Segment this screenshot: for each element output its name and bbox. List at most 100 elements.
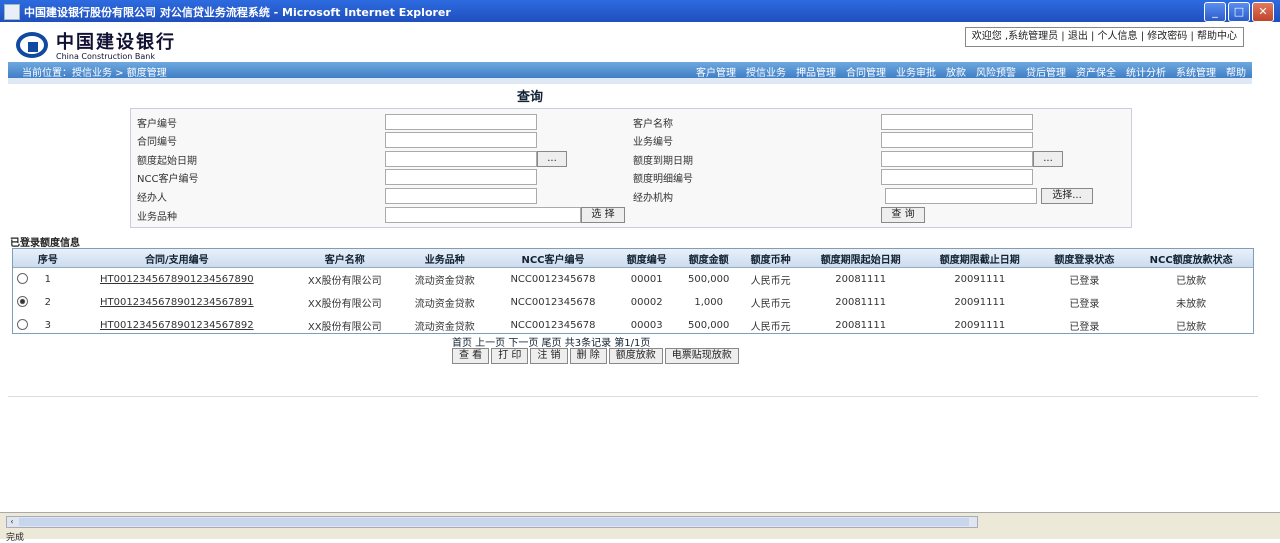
cell-login-status: 已登录 xyxy=(1069,322,1100,333)
customer-name-input[interactable] xyxy=(881,114,1033,130)
column-header: 额度编号 xyxy=(616,249,678,268)
contract-link[interactable]: HT0012345678901234567892 xyxy=(64,314,290,337)
horizontal-scrollbar[interactable]: ‹ xyxy=(6,516,978,528)
print-button[interactable]: 打 印 xyxy=(491,348,529,364)
column-header: 客户名称 xyxy=(289,249,400,268)
customer-id-input[interactable] xyxy=(385,114,537,130)
menu-item[interactable]: 风险预警 xyxy=(976,64,1016,79)
start-date-input[interactable] xyxy=(385,151,537,167)
field-label: 业务品种 xyxy=(137,212,177,223)
handler-org-input[interactable] xyxy=(885,188,1037,204)
delete-button[interactable]: 删 除 xyxy=(569,348,607,364)
field-label: 客户名称 xyxy=(633,119,673,130)
cell-start-date: 20081111 xyxy=(835,274,887,285)
column-header: 额度期限截止日期 xyxy=(920,249,1040,268)
user-info-links[interactable]: 欢迎您 ,系统管理员 | 退出 | 个人信息 | 修改密码 | 帮助中心 xyxy=(964,27,1244,47)
row-radio-button[interactable] xyxy=(16,295,28,307)
menu-item[interactable]: 合同管理 xyxy=(846,64,886,79)
results-table: 序号 合同/支用编号 客户名称 业务品种 NCC客户编号 额度编号 额度金额 额… xyxy=(12,248,1254,334)
product-type-input[interactable] xyxy=(385,207,581,223)
field-label: 额度明细编号 xyxy=(633,174,693,185)
field-label: 合同编号 xyxy=(137,137,177,148)
cell-product: 流动资金贷款 xyxy=(414,276,475,287)
row-radio-button[interactable] xyxy=(16,272,28,284)
scrollbar-thumb[interactable] xyxy=(19,518,969,526)
menu-item[interactable]: 业务审批 xyxy=(896,64,936,79)
cell-amount: 500,000 xyxy=(688,274,730,285)
menu-item[interactable]: 押品管理 xyxy=(796,64,836,79)
cell-currency: 人民币元 xyxy=(750,276,791,287)
field-label: 经办人 xyxy=(137,193,167,204)
contract-link[interactable]: HT0012345678901234567890 xyxy=(64,268,290,292)
ie-icon xyxy=(4,4,20,20)
menu-item[interactable]: 贷后管理 xyxy=(1026,64,1066,79)
select-org-button[interactable]: 选择... xyxy=(1041,188,1093,204)
menu-item[interactable]: 授信业务 xyxy=(746,64,786,79)
pagination[interactable]: 首页 上一页 下一页 尾页 共3条记录 第1/1页 xyxy=(452,334,650,349)
menu-item[interactable]: 帮助 xyxy=(1226,64,1246,79)
quota-detail-id-input[interactable] xyxy=(881,169,1033,185)
quota-loan-button[interactable]: 额度放款 xyxy=(608,348,663,364)
field-label: NCC客户编号 xyxy=(137,174,199,185)
bank-logo: 中国建设银行 China Construction Bank xyxy=(16,28,176,61)
ncc-customer-id-input[interactable] xyxy=(385,169,537,185)
query-button[interactable]: 查 询 xyxy=(881,207,925,223)
field-label: 额度到期日期 xyxy=(633,156,693,167)
choose-product-button[interactable]: 选 择 xyxy=(581,207,625,223)
column-header: 额度币种 xyxy=(740,249,802,268)
field-label: 业务编号 xyxy=(633,137,673,148)
contract-link[interactable]: HT0012345678901234567891 xyxy=(64,291,290,314)
cell-end-date: 20091111 xyxy=(954,274,1006,285)
cell-loan-status: 未放款 xyxy=(1176,299,1207,310)
start-date-picker-button[interactable]: ... xyxy=(537,151,567,167)
scroll-left-icon[interactable]: ‹ xyxy=(7,517,17,527)
minimize-button[interactable]: _ xyxy=(1204,2,1226,22)
e-bill-discount-loan-button[interactable]: 电票贴现放款 xyxy=(664,348,739,364)
column-header: NCC额度放款状态 xyxy=(1129,249,1253,268)
page-header: 中国建设银行 China Construction Bank 欢迎您 ,系统管理… xyxy=(0,22,1280,61)
table-row[interactable]: 2 HT0012345678901234567891 XX股份有限公司 流动资金… xyxy=(13,291,1253,314)
window-title: 中国建设银行股份有限公司 对公信贷业务流程系统 - Microsoft Inte… xyxy=(24,6,451,19)
contract-id-input[interactable] xyxy=(385,132,537,148)
business-id-input[interactable] xyxy=(881,132,1033,148)
cell-customer: XX股份有限公司 xyxy=(307,276,382,287)
end-date-input[interactable] xyxy=(881,151,1033,167)
cell-customer: XX股份有限公司 xyxy=(307,299,382,310)
menu-item[interactable]: 统计分析 xyxy=(1126,64,1166,79)
cell-start-date: 20081111 xyxy=(835,320,887,331)
cancel-button[interactable]: 注 销 xyxy=(530,348,568,364)
menu-item[interactable]: 系统管理 xyxy=(1176,64,1216,79)
column-header: 额度金额 xyxy=(677,249,741,268)
cell-quota-id: 00002 xyxy=(630,297,663,308)
cell-seq: 1 xyxy=(44,274,52,285)
query-title: 查询 xyxy=(516,90,543,105)
main-nav: 当前位置：授信业务 > 额度管理 客户管理 授信业务 押品管理 合同管理 业务审… xyxy=(8,62,1252,79)
cell-product: 流动资金贷款 xyxy=(414,299,475,310)
cell-ncc-id: NCC0012345678 xyxy=(510,274,596,285)
action-bar: 查 看 打 印 注 销 删 除 额度放款 电票贴现放款 xyxy=(452,348,739,364)
cell-login-status: 已登录 xyxy=(1069,299,1100,310)
view-button[interactable]: 查 看 xyxy=(452,348,490,364)
cell-loan-status: 已放款 xyxy=(1176,276,1207,287)
column-header: 合同/支用编号 xyxy=(63,249,290,268)
column-header: 业务品种 xyxy=(399,249,490,268)
cell-customer: XX股份有限公司 xyxy=(307,322,382,333)
cell-ncc-id: NCC0012345678 xyxy=(510,297,596,308)
row-radio-button[interactable] xyxy=(16,318,28,330)
results-title: 已登录额度信息 xyxy=(10,238,80,249)
handler-input[interactable] xyxy=(385,188,537,204)
maximize-button[interactable]: □ xyxy=(1228,2,1250,22)
menu-item[interactable]: 客户管理 xyxy=(696,64,736,79)
top-menu: 客户管理 授信业务 押品管理 合同管理 业务审批 放款 风险预警 贷后管理 资产… xyxy=(696,64,1246,79)
cell-start-date: 20081111 xyxy=(835,297,887,308)
cell-end-date: 20091111 xyxy=(954,320,1006,331)
cell-login-status: 已登录 xyxy=(1069,276,1100,287)
end-date-picker-button[interactable]: ... xyxy=(1033,151,1063,167)
menu-item[interactable]: 资产保全 xyxy=(1076,64,1116,79)
table-row[interactable]: 1 HT0012345678901234567890 XX股份有限公司 流动资金… xyxy=(13,268,1253,292)
column-header: 额度登录状态 xyxy=(1039,249,1130,268)
field-label: 客户编号 xyxy=(137,119,177,130)
menu-item[interactable]: 放款 xyxy=(946,64,966,79)
close-button[interactable]: ✕ xyxy=(1252,2,1274,22)
cell-seq: 2 xyxy=(44,297,52,308)
